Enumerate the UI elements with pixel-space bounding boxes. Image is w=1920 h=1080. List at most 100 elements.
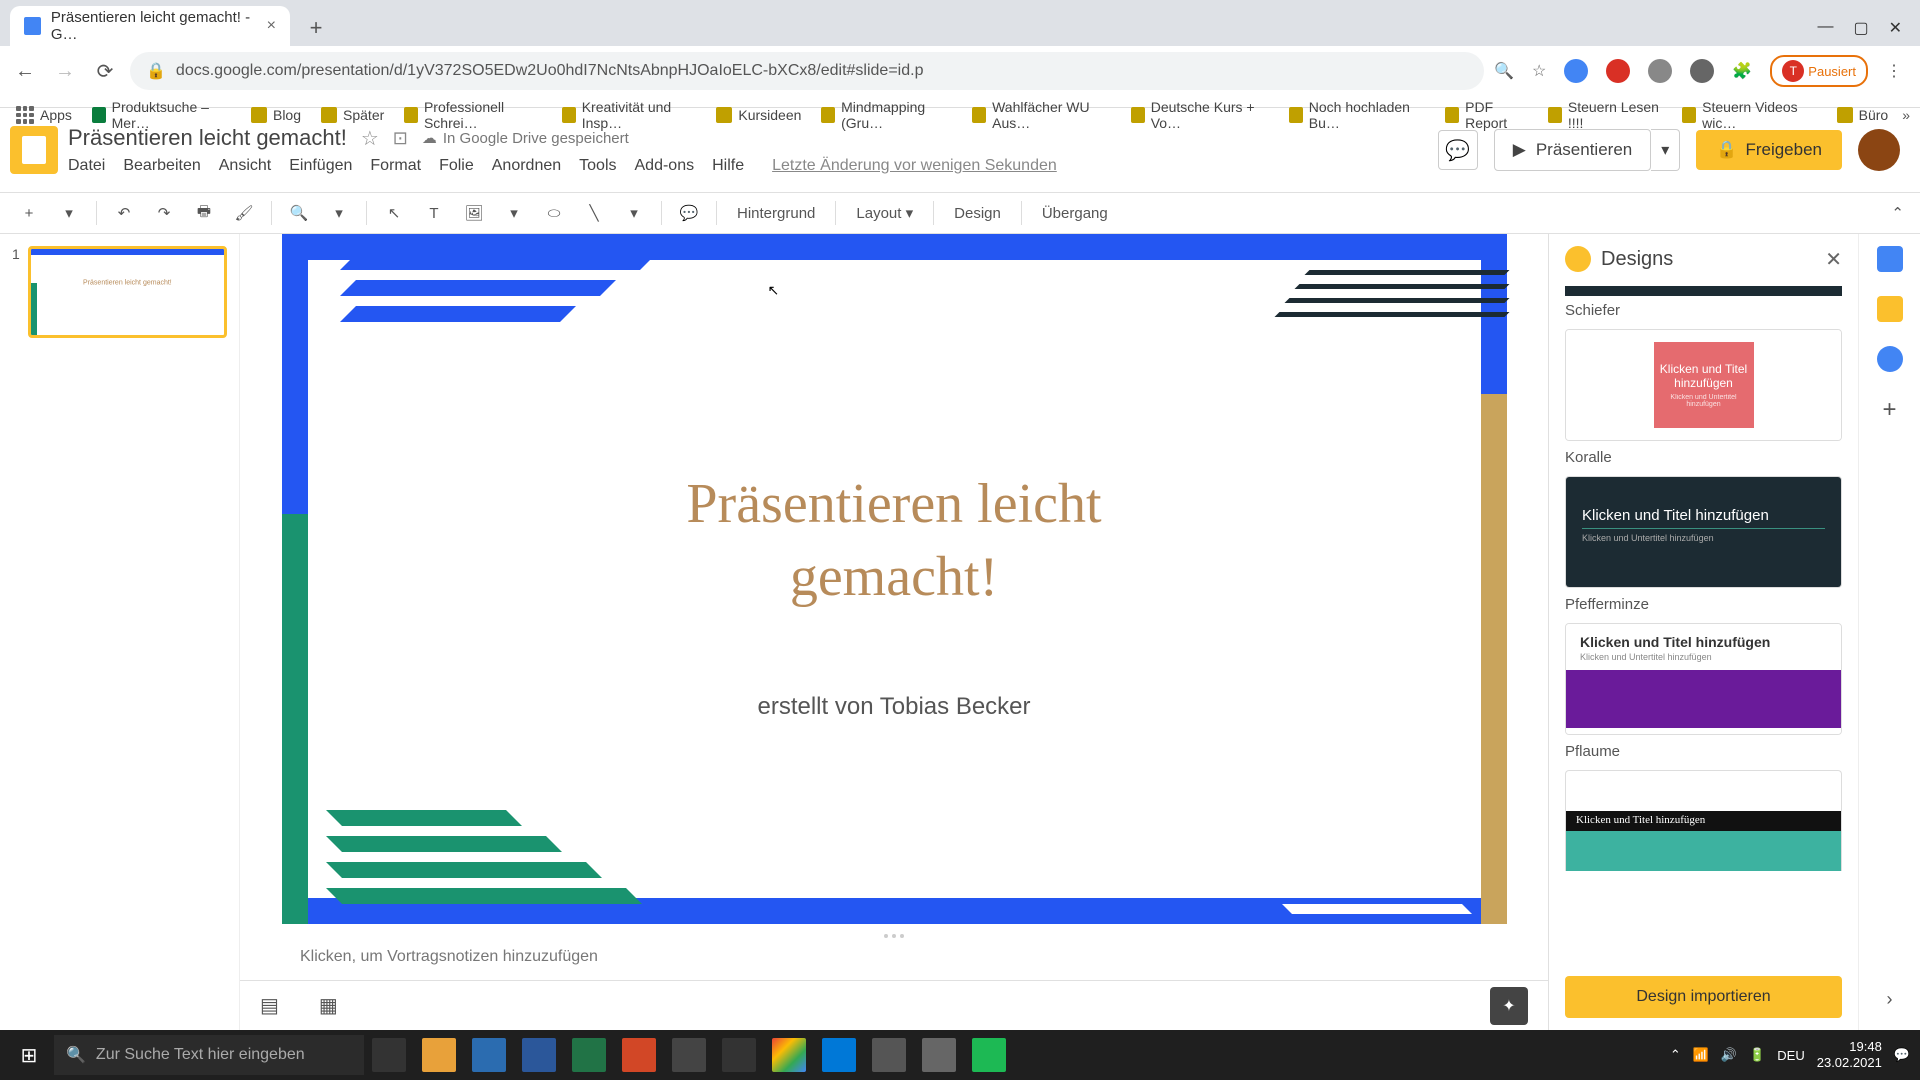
tray-battery-icon[interactable]: 🔋: [1749, 1047, 1765, 1063]
reload-button[interactable]: ⟳: [90, 56, 120, 86]
bookmark-overflow-icon[interactable]: »: [1902, 107, 1910, 123]
extension-icon[interactable]: [1564, 59, 1588, 83]
window-maximize-icon[interactable]: ▢: [1853, 18, 1868, 38]
tasks-icon[interactable]: [1877, 346, 1903, 372]
extension-icon[interactable]: [1690, 59, 1714, 83]
import-design-button[interactable]: Design importieren: [1565, 976, 1842, 1018]
present-button[interactable]: ▶ Präsentieren: [1494, 129, 1651, 171]
address-bar[interactable]: 🔒 docs.google.com/presentation/d/1yV372S…: [130, 52, 1484, 90]
menu-bearbeiten[interactable]: Bearbeiten: [123, 157, 200, 175]
collapse-toolbar-icon[interactable]: ⌃: [1891, 204, 1904, 222]
redo-button[interactable]: ↷: [151, 200, 177, 226]
browser-menu-icon[interactable]: ⋮: [1886, 61, 1902, 81]
present-dropdown[interactable]: ▾: [1651, 129, 1680, 171]
star-icon[interactable]: ☆: [1532, 61, 1546, 81]
menu-ansicht[interactable]: Ansicht: [219, 157, 271, 175]
menu-datei[interactable]: Datei: [68, 157, 105, 175]
speaker-notes[interactable]: Klicken, um Vortragsnotizen hinzuzufügen: [240, 940, 1548, 980]
profile-paused-badge[interactable]: T Pausiert: [1770, 55, 1868, 87]
forward-button[interactable]: →: [50, 56, 80, 86]
menu-folie[interactable]: Folie: [439, 157, 474, 175]
keep-icon[interactable]: [1877, 296, 1903, 322]
menu-einfuegen[interactable]: Einfügen: [289, 157, 352, 175]
taskbar-app-icon[interactable]: [722, 1038, 756, 1072]
paint-format-button[interactable]: 🖌: [231, 200, 257, 226]
select-tool[interactable]: ↖: [381, 200, 407, 226]
expand-side-icon[interactable]: ›: [1887, 989, 1893, 1010]
layout-button[interactable]: Layout ▾: [850, 200, 919, 226]
bookmark-item[interactable]: Später: [315, 103, 390, 127]
taskbar-app-icon[interactable]: [522, 1038, 556, 1072]
line-tool[interactable]: ╲: [581, 200, 607, 226]
slide-canvas[interactable]: Präsentieren leicht gemacht! erstellt vo…: [282, 234, 1507, 924]
shape-tool[interactable]: ⬭: [541, 200, 567, 226]
taskbar-app-icon[interactable]: [672, 1038, 706, 1072]
menu-format[interactable]: Format: [370, 157, 421, 175]
close-tab-icon[interactable]: ×: [267, 17, 276, 35]
tray-chevron-icon[interactable]: ⌃: [1670, 1047, 1681, 1063]
comments-button[interactable]: 💬: [1438, 130, 1478, 170]
design-card-pflaume[interactable]: Klicken und Titel hinzufügen Klicken und…: [1565, 623, 1842, 735]
line-dropdown[interactable]: ▾: [621, 200, 647, 226]
taskbar-spotify-icon[interactable]: [972, 1038, 1006, 1072]
share-button[interactable]: 🔒 Freigeben: [1696, 130, 1842, 170]
background-button[interactable]: Hintergrund: [731, 201, 821, 226]
notes-resize-handle[interactable]: [240, 932, 1548, 940]
new-slide-dropdown[interactable]: ▾: [56, 200, 82, 226]
taskbar-app-icon[interactable]: [922, 1038, 956, 1072]
tray-network-icon[interactable]: 📶: [1693, 1047, 1709, 1063]
taskbar-app-icon[interactable]: [572, 1038, 606, 1072]
slides-logo[interactable]: [10, 126, 58, 174]
image-dropdown[interactable]: ▾: [501, 200, 527, 226]
bookmark-item[interactable]: Büro: [1831, 103, 1895, 127]
new-slide-button[interactable]: +: [16, 200, 42, 226]
tray-notifications-icon[interactable]: 💬: [1894, 1047, 1910, 1063]
window-minimize-icon[interactable]: —: [1817, 18, 1833, 38]
taskbar-app-icon[interactable]: [822, 1038, 856, 1072]
start-button[interactable]: ⊞: [4, 1030, 54, 1080]
design-card-papierflieger[interactable]: Klicken und Titel hinzufügen: [1565, 770, 1842, 871]
menu-anordnen[interactable]: Anordnen: [492, 157, 561, 175]
taskbar-app-icon[interactable]: [622, 1038, 656, 1072]
move-icon[interactable]: ⊡: [393, 128, 408, 149]
bookmark-item[interactable]: Blog: [245, 103, 307, 127]
explore-button[interactable]: ✦: [1490, 987, 1528, 1025]
textbox-tool[interactable]: T: [421, 200, 447, 226]
menu-addons[interactable]: Add-ons: [635, 157, 695, 175]
back-button[interactable]: ←: [10, 56, 40, 86]
taskbar-app-icon[interactable]: [472, 1038, 506, 1072]
menu-hilfe[interactable]: Hilfe: [712, 157, 744, 175]
document-title[interactable]: Präsentieren leicht gemacht!: [68, 125, 347, 151]
print-button[interactable]: 🖶: [191, 200, 217, 226]
design-button[interactable]: Design: [948, 201, 1007, 226]
extensions-menu-icon[interactable]: 🧩: [1732, 61, 1752, 81]
zoom-button[interactable]: 🔍: [286, 200, 312, 226]
new-tab-button[interactable]: +: [298, 10, 334, 46]
close-panel-icon[interactable]: ✕: [1825, 247, 1842, 272]
extension-icon[interactable]: [1606, 59, 1630, 83]
add-addon-icon[interactable]: +: [1877, 396, 1903, 422]
tray-clock[interactable]: 19:48 23.02.2021: [1817, 1039, 1882, 1070]
bookmark-item[interactable]: Kursideen: [710, 103, 807, 127]
zoom-dropdown[interactable]: ▾: [326, 200, 352, 226]
account-avatar[interactable]: [1858, 129, 1900, 171]
undo-button[interactable]: ↶: [111, 200, 137, 226]
image-tool[interactable]: 🖼: [461, 200, 487, 226]
taskbar-app-icon[interactable]: [372, 1038, 406, 1072]
comment-tool[interactable]: 💬: [676, 200, 702, 226]
slide-thumbnail[interactable]: Präsentieren leicht gemacht!: [28, 246, 227, 338]
browser-tab[interactable]: Präsentieren leicht gemacht! - G… ×: [10, 6, 290, 46]
taskbar-app-icon[interactable]: [422, 1038, 456, 1072]
window-close-icon[interactable]: ✕: [1889, 18, 1902, 38]
design-card-pfefferminze[interactable]: Klicken und Titel hinzufügen Klicken und…: [1565, 476, 1842, 588]
taskbar-chrome-icon[interactable]: [772, 1038, 806, 1072]
design-card-koralle[interactable]: Klicken und Titel hinzufügen Klicken und…: [1565, 329, 1842, 441]
tray-volume-icon[interactable]: 🔊: [1721, 1047, 1737, 1063]
tray-language[interactable]: DEU: [1777, 1048, 1804, 1063]
star-icon[interactable]: ☆: [361, 126, 379, 151]
last-edit-link[interactable]: Letzte Änderung vor wenigen Sekunden: [772, 157, 1057, 175]
taskbar-app-icon[interactable]: [872, 1038, 906, 1072]
calendar-icon[interactable]: [1877, 246, 1903, 272]
slide-subtitle-text[interactable]: erstellt von Tobias Becker: [757, 693, 1030, 721]
extension-icon[interactable]: [1648, 59, 1672, 83]
